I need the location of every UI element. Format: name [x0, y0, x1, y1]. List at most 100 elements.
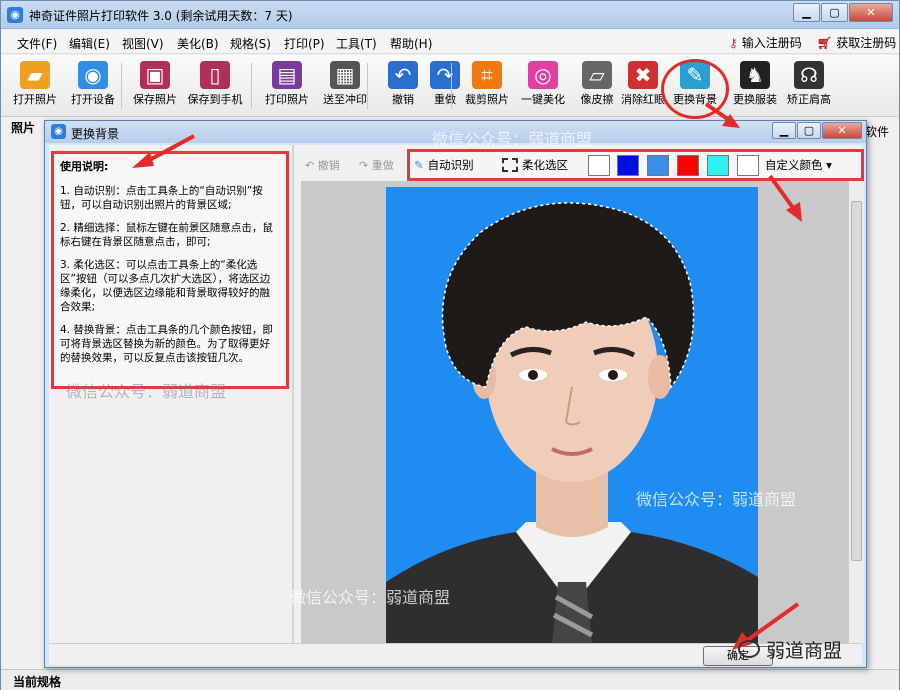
watermark: 微信公众号：弱道商盟 [636, 490, 797, 509]
swatch-light-blue[interactable] [647, 155, 669, 176]
print-service-icon: ▦ [330, 61, 360, 89]
toolbar-button-2[interactable]: ◉ 打开设备 [63, 59, 123, 115]
custom-color-dropdown[interactable]: 自定义颜色 ▾ [765, 157, 832, 173]
undo-icon: ↶ [305, 159, 315, 172]
toolbar-button-label: 矫正肩高 [787, 93, 831, 106]
main-toolbar: ▰ 打开照片 ◉ 打开设备 ▣ 保存照片 ▯ 保存到手机 ▤ 打印照片 ▦ 送至冲印 ↶ 撤销 ↷ 重做 ⌗ 裁剪… [1, 55, 899, 117]
photos-pane-label: 照片 [11, 121, 36, 135]
statusbar: 当前规格 [1, 669, 899, 690]
dialog-redo-button[interactable]: ↷ 重做 [359, 157, 394, 173]
current-spec-label: 当前规格 [13, 675, 62, 689]
photo-canvas[interactable] [301, 181, 864, 643]
toolbar-button-label: 一键美化 [521, 93, 565, 106]
red-arrow-icon [768, 174, 802, 222]
toolbar-button-10[interactable]: ◎ 一键美化 [513, 59, 573, 115]
scroll-thumb[interactable] [851, 201, 862, 561]
watermark: 微信公众号：弱道商盟 [66, 382, 227, 401]
magic-brush-icon: ✎ [414, 158, 424, 172]
undo-icon: ↶ [388, 61, 418, 89]
toolbar-button-label: 保存照片 [133, 93, 177, 106]
app-title: 神奇证件照片打印软件 3.0 (剩余试用天数：7 天) [29, 9, 293, 23]
key-icon: ⚷ [729, 35, 738, 50]
auto-detect-button[interactable]: ✎ 自动识别 [414, 157, 474, 173]
menu-tools[interactable]: 工具(T) [336, 35, 377, 52]
crop-icon: ⌗ [472, 61, 502, 89]
menu-spec[interactable]: 规格(S) [230, 35, 271, 52]
color-ring-icon: ◎ [528, 61, 558, 89]
redo-icon: ↷ [430, 61, 460, 89]
soften-selection-button[interactable]: 柔化选区 [502, 157, 568, 173]
instructions-panel: 使用说明: 1. 自动识别：点击工具条上的“自动识别”按钮，可以自动识别出照片的… [51, 151, 289, 389]
swatch-cyan[interactable] [707, 155, 729, 176]
right-pane-label: 软件 [865, 125, 890, 139]
instruction-step: 4. 替换背景：点击工具条的几个颜色按钮，即可将背景选区替换为新的颜色。为了取得… [60, 324, 273, 364]
dialog-body: 使用说明: 1. 自动识别：点击工具条上的“自动识别”按钮，可以自动识别出照片的… [49, 145, 864, 666]
menubar: 文件(F) 编辑(E) 视图(V) 美化(B) 规格(S) 打印(P) 工具(T… [1, 30, 899, 54]
camera-icon: ◉ [78, 61, 108, 89]
toolbar-separator [367, 63, 368, 109]
red-arrow-icon [132, 134, 195, 168]
toolbar-separator [251, 63, 252, 109]
register-code-link[interactable]: ⚷ 输入注册码 [729, 34, 802, 51]
instruction-step: 1. 自动识别：点击工具条上的“自动识别”按钮，可以自动识别出照片的背景区域; [60, 185, 263, 211]
printer-icon: ▤ [272, 61, 302, 89]
toolbar-button-label: 打印照片 [265, 93, 309, 106]
watermark: 微信公众号：弱道商盟 [432, 130, 593, 149]
wechat-badge: 弱道商盟 [738, 634, 876, 664]
panel-divider[interactable] [292, 145, 294, 643]
toolbar-button-1[interactable]: ▰ 打开照片 [5, 59, 65, 115]
redo-icon: ↷ [359, 159, 369, 172]
redeye-icon: ✖ [628, 61, 658, 89]
swatch-blue[interactable] [617, 155, 639, 176]
watermark: 微信公众号：弱道商盟 [290, 588, 451, 607]
instruction-step: 3. 柔化选区：可以点击工具条上的“柔化选区”按钮（可以多点几次扩大选区），将选… [60, 259, 271, 313]
shoulder-icon: ☊ [794, 61, 824, 89]
toolbar-separator [121, 63, 122, 109]
dialog-undo-button[interactable]: ↶ 撤销 [305, 157, 340, 173]
menu-file[interactable]: 文件(F) [17, 35, 57, 52]
toolbar-button-9[interactable]: ⌗ 裁剪照片 [457, 59, 517, 115]
vertical-scrollbar[interactable] [848, 181, 864, 643]
cart-icon: 🛒︎ [817, 35, 833, 50]
toolbar-button-label: 打开照片 [13, 93, 57, 106]
suit-icon: ♞ [740, 61, 770, 89]
save-icon: ▣ [140, 61, 170, 89]
dialog-logo-icon: ◉ [51, 124, 66, 139]
dialog-maximize-button[interactable]: ▢ [797, 122, 821, 139]
app-logo-icon: ◉ [7, 7, 23, 23]
menu-print[interactable]: 打印(P) [284, 35, 325, 52]
toolbar-button-label: 打开设备 [71, 93, 115, 106]
maximize-button[interactable]: ▢ [821, 3, 848, 22]
eraser-icon: ▱ [582, 61, 612, 89]
swatch-white[interactable] [588, 155, 610, 176]
dialog-title: 更换背景 [71, 127, 120, 141]
toolbar-button-label: 送至冲印 [323, 93, 367, 106]
dropdown-arrow-icon: ▾ [826, 158, 832, 172]
wechat-icon [738, 640, 760, 658]
swatch-white-2[interactable] [737, 155, 759, 176]
menu-edit[interactable]: 编辑(E) [69, 35, 110, 52]
get-code-link[interactable]: 🛒︎ 获取注册码 [817, 34, 896, 51]
menu-view[interactable]: 视图(V) [122, 35, 164, 52]
close-button[interactable]: ✕ [849, 3, 893, 22]
red-arrow-icon [704, 102, 740, 128]
toolbar-button-label: 保存到手机 [187, 93, 243, 106]
toolbar-button-label: 裁剪照片 [465, 93, 509, 106]
dialog-minimize-button[interactable]: ▁ [772, 122, 796, 139]
dashed-selection-icon [502, 158, 518, 172]
swatch-red[interactable] [677, 155, 699, 176]
toolbar-button-15[interactable]: ☊ 矫正肩高 [779, 59, 839, 115]
portrait-drawing [386, 202, 758, 643]
toolbar-button-6[interactable]: ▦ 送至冲印 [315, 59, 375, 115]
minimize-button[interactable]: ▁ [793, 3, 820, 22]
menu-help[interactable]: 帮助(H) [390, 35, 432, 52]
dialog-close-button[interactable]: ✕ [822, 122, 862, 139]
menu-beautify[interactable]: 美化(B) [177, 35, 219, 52]
main-titlebar: ◉ 神奇证件照片打印软件 3.0 (剩余试用天数：7 天) ▁ ▢ ✕ [1, 1, 899, 29]
instruction-step: 2. 精细选择：鼠标左键在前景区随意点击，鼠标右键在背景区随意点击，即可; [60, 222, 273, 248]
portrait-photo[interactable] [386, 187, 758, 643]
toolbar-button-5[interactable]: ▤ 打印照片 [257, 59, 317, 115]
toolbar-separator [451, 63, 452, 109]
toolbar-button-3[interactable]: ▣ 保存照片 [125, 59, 185, 115]
toolbar-button-4[interactable]: ▯ 保存到手机 [185, 59, 245, 115]
